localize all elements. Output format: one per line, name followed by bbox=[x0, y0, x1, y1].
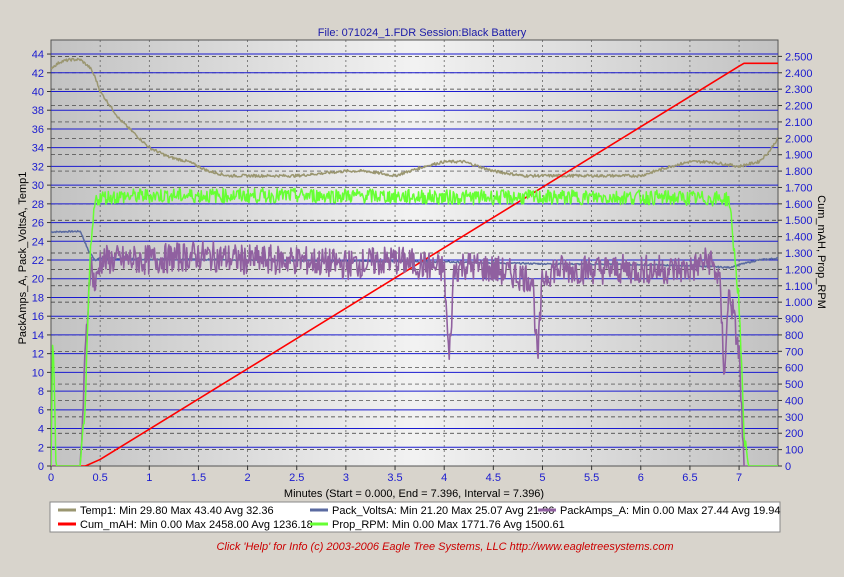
y-left-tick-label: 28 bbox=[32, 199, 44, 211]
x-tick-label: 2 bbox=[245, 472, 251, 484]
chart-title: File: 071024_1.FDR Session:Black Battery bbox=[318, 27, 527, 39]
y-left-tick-label: 6 bbox=[38, 405, 44, 417]
x-tick-label: 1 bbox=[146, 472, 152, 484]
y-left-tick-label: 24 bbox=[32, 236, 44, 248]
footer-text: Click 'Help' for Info (c) 2003-2006 Eagl… bbox=[216, 541, 673, 553]
y-right-tick-label: 2.200 bbox=[785, 101, 813, 113]
y-left-tick-label: 12 bbox=[32, 349, 44, 361]
y-right-tick-label: 2.300 bbox=[785, 84, 813, 96]
legend-entry: PackAmps_A: Min 0.00 Max 27.44 Avg 19.94 bbox=[560, 505, 781, 517]
x-tick-label: 2.5 bbox=[289, 472, 304, 484]
x-axis-label: Minutes (Start = 0.000, End = 7.396, Int… bbox=[284, 488, 544, 500]
x-tick-label: 5 bbox=[539, 472, 545, 484]
y-left-tick-label: 2 bbox=[38, 442, 44, 454]
x-tick-label: 3 bbox=[343, 472, 349, 484]
y-left-tick-label: 0 bbox=[38, 461, 44, 473]
y-right-tick-label: 500 bbox=[785, 379, 803, 391]
y-right-tick-label: 2.100 bbox=[785, 117, 813, 129]
y-left-tick-label: 10 bbox=[32, 367, 44, 379]
y-right-tick-label: 100 bbox=[785, 445, 803, 457]
y-right-tick-label: 2.500 bbox=[785, 51, 813, 63]
y-left-tick-label: 40 bbox=[32, 86, 44, 98]
y-left-tick-label: 22 bbox=[32, 255, 44, 267]
y-axis-right-label: Cum_mAH, Prop_RPM bbox=[815, 195, 827, 309]
y-left-tick-label: 30 bbox=[32, 180, 44, 192]
y-right-tick-label: 1.900 bbox=[785, 150, 813, 162]
y-left-tick-label: 36 bbox=[32, 124, 44, 136]
y-right-tick-label: 1.400 bbox=[785, 232, 813, 244]
y-left-tick-label: 20 bbox=[32, 274, 44, 286]
x-tick-label: 6.5 bbox=[682, 472, 697, 484]
y-right-tick-label: 2.400 bbox=[785, 68, 813, 80]
y-left-tick-label: 16 bbox=[32, 311, 44, 323]
y-left-tick-label: 26 bbox=[32, 218, 44, 230]
x-tick-label: 4 bbox=[441, 472, 447, 484]
y-right-tick-label: 1.100 bbox=[785, 281, 813, 293]
y-right-tick-label: 1.200 bbox=[785, 264, 813, 276]
y-right-tick-label: 1.500 bbox=[785, 215, 813, 227]
y-right-tick-label: 900 bbox=[785, 314, 803, 326]
y-left-tick-label: 34 bbox=[32, 143, 44, 155]
x-tick-label: 7 bbox=[736, 472, 742, 484]
y-axis-left-label: PackAmps_A, Pack_VoltsA, Temp1 bbox=[17, 172, 29, 345]
x-tick-label: 5.5 bbox=[584, 472, 599, 484]
y-left-tick-label: 4 bbox=[38, 424, 44, 436]
legend-entry: Pack_VoltsA: Min 21.20 Max 25.07 Avg 21.… bbox=[332, 505, 554, 517]
x-tick-label: 3.5 bbox=[387, 472, 402, 484]
y-left-tick-label: 38 bbox=[32, 105, 44, 117]
y-left-tick-label: 8 bbox=[38, 386, 44, 398]
y-right-tick-label: 600 bbox=[785, 363, 803, 375]
y-right-tick-label: 700 bbox=[785, 346, 803, 358]
legend-entry: Prop_RPM: Min 0.00 Max 1771.76 Avg 1500.… bbox=[332, 519, 565, 531]
y-right-tick-label: 1.000 bbox=[785, 297, 813, 309]
y-right-tick-label: 200 bbox=[785, 428, 803, 440]
y-right-tick-label: 1.700 bbox=[785, 182, 813, 194]
x-tick-label: 0 bbox=[48, 472, 54, 484]
x-tick-label: 4.5 bbox=[486, 472, 501, 484]
y-left-tick-label: 32 bbox=[32, 161, 44, 173]
y-right-tick-label: 300 bbox=[785, 412, 803, 424]
y-left-tick-label: 42 bbox=[32, 68, 44, 80]
y-left-tick-label: 18 bbox=[32, 292, 44, 304]
y-right-tick-label: 2.000 bbox=[785, 133, 813, 145]
x-tick-label: 1.5 bbox=[191, 472, 206, 484]
legend-entry: Cum_mAH: Min 0.00 Max 2458.00 Avg 1236.1… bbox=[80, 519, 313, 531]
y-right-tick-label: 1.600 bbox=[785, 199, 813, 211]
chart: File: 071024_1.FDR Session:Black Battery… bbox=[17, 27, 827, 553]
y-left-tick-label: 14 bbox=[32, 330, 44, 342]
y-right-tick-label: 800 bbox=[785, 330, 803, 342]
x-tick-label: 6 bbox=[638, 472, 644, 484]
y-right-tick-label: 1.800 bbox=[785, 166, 813, 178]
y-right-tick-label: 1.300 bbox=[785, 248, 813, 260]
x-tick-label: 0.5 bbox=[92, 472, 107, 484]
y-left-tick-label: 44 bbox=[32, 49, 44, 61]
y-right-tick-label: 0 bbox=[785, 461, 791, 473]
legend-entry: Temp1: Min 29.80 Max 43.40 Avg 32.36 bbox=[80, 505, 274, 517]
y-right-tick-label: 400 bbox=[785, 395, 803, 407]
